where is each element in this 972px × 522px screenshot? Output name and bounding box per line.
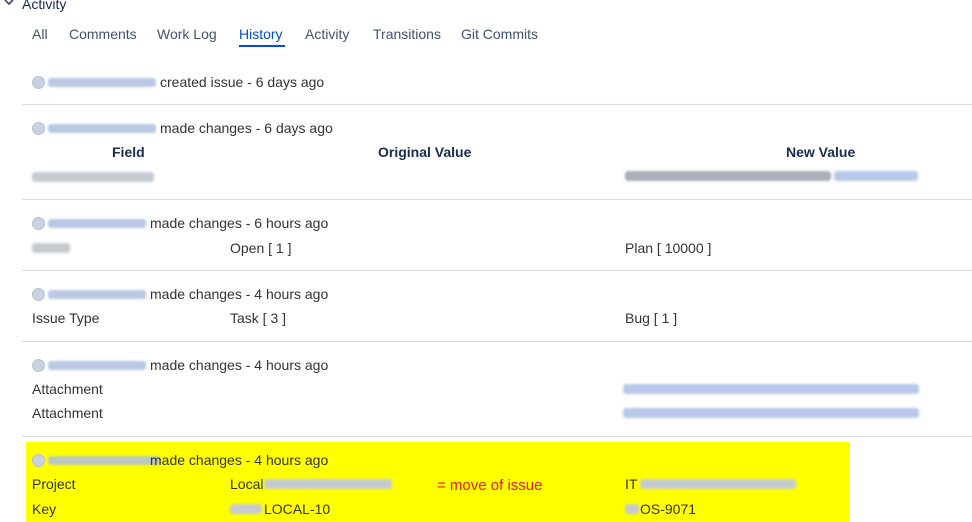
history-action: made changes - 4 hours ago: [150, 452, 329, 468]
tab-history[interactable]: History: [239, 26, 283, 42]
new-value: [625, 171, 831, 181]
new-value: OS-9071: [640, 501, 697, 517]
new-value: Plan [ 10000 ]: [625, 240, 712, 256]
new-value: [834, 171, 918, 181]
attachment-link[interactable]: [623, 408, 919, 418]
original-value: Open [ 1 ]: [230, 240, 292, 256]
divider: [22, 436, 972, 437]
chevron-down-icon[interactable]: [4, 0, 14, 7]
original-value: Task [ 3 ]: [230, 310, 287, 326]
history-action: made changes - 6 days ago: [160, 120, 333, 136]
history-action: made changes - 4 hours ago: [150, 286, 329, 302]
attachment-link[interactable]: [623, 384, 919, 394]
user-link[interactable]: [32, 287, 146, 301]
avatar: [32, 75, 45, 89]
field-name: [32, 172, 154, 182]
history-action: made changes - 4 hours ago: [150, 357, 329, 373]
avatar: [32, 287, 45, 301]
tab-activity[interactable]: Activity: [305, 26, 349, 42]
field-name: [32, 243, 70, 253]
tab-all[interactable]: All: [32, 26, 48, 42]
field-name: Project: [32, 476, 76, 492]
divider: [22, 104, 972, 105]
original-value-detail: [264, 479, 392, 489]
history-action: created issue - 6 days ago: [160, 74, 325, 90]
divider: [22, 341, 972, 342]
original-value: LOCAL-10: [264, 501, 331, 517]
field-name: Key: [32, 501, 57, 517]
user-link[interactable]: [32, 75, 156, 89]
new-value-prefix: [625, 504, 639, 514]
history-action: made changes - 6 hours ago: [150, 215, 329, 231]
active-tab-indicator: [239, 45, 285, 47]
new-value: IT: [625, 476, 638, 492]
avatar: [32, 121, 45, 135]
column-header-field: Field: [112, 144, 145, 160]
column-header-original-value: Original Value: [378, 144, 472, 160]
tab-work-log[interactable]: Work Log: [157, 26, 217, 42]
avatar: [32, 216, 45, 230]
user-link[interactable]: [32, 121, 156, 135]
tab-transitions[interactable]: Transitions: [373, 26, 441, 42]
field-name: Issue Type: [32, 310, 100, 326]
section-title[interactable]: Activity: [22, 0, 66, 12]
field-name: Attachment: [32, 381, 103, 397]
avatar: [32, 358, 45, 372]
divider: [22, 270, 972, 271]
avatar: [32, 453, 45, 467]
field-name: Attachment: [32, 405, 103, 421]
annotation-text: = move of issue: [437, 477, 543, 494]
new-value: Bug [ 1 ]: [625, 310, 678, 326]
original-value: Local: [230, 476, 264, 492]
tab-git-commits[interactable]: Git Commits: [461, 26, 538, 42]
user-link[interactable]: [32, 358, 146, 372]
user-link[interactable]: [32, 216, 146, 230]
tab-comments[interactable]: Comments: [69, 26, 137, 42]
column-header-new-value: New Value: [786, 144, 856, 160]
user-link[interactable]: [32, 453, 160, 467]
original-value-prefix: [230, 504, 262, 514]
divider: [22, 199, 972, 200]
new-value-detail: [640, 479, 796, 489]
